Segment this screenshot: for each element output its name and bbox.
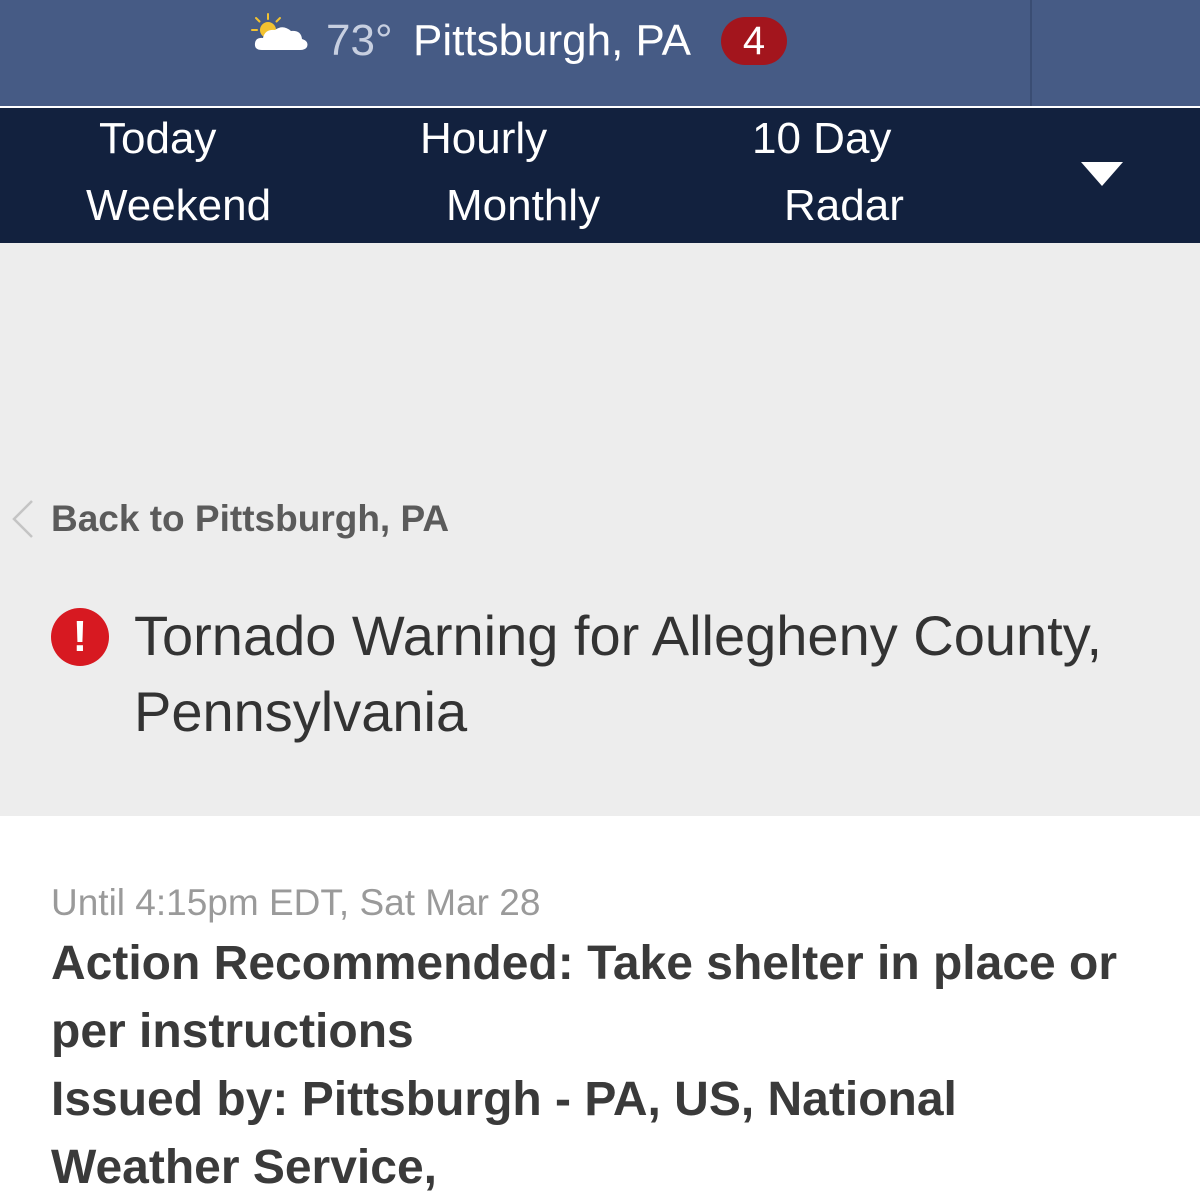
action-recommended: Action Recommended: Take shelter in plac… [51, 937, 1118, 1058]
exclamation-icon: ! [51, 608, 109, 666]
current-temperature: 73° [326, 16, 393, 65]
caret-down-icon[interactable] [1081, 162, 1123, 186]
issued-by: Issued by: Pittsburgh - PA, US, National… [51, 1073, 957, 1194]
nav-item-weekend[interactable]: Weekend [86, 179, 271, 233]
nav-item-radar[interactable]: Radar [784, 179, 904, 233]
top-header: 73° Pittsburgh, PA 4 [0, 0, 1200, 106]
alert-count-badge[interactable]: 4 [721, 17, 787, 65]
back-link[interactable]: Back to Pittsburgh, PA [51, 496, 449, 542]
chevron-left-icon[interactable] [10, 499, 40, 539]
header-divider [1030, 0, 1032, 106]
partly-cloudy-icon [251, 13, 308, 50]
nav-item-hourly[interactable]: Hourly [420, 112, 547, 166]
alert-expiry: Until 4:15pm EDT, Sat Mar 28 [51, 882, 541, 923]
nav-item-today[interactable]: Today [99, 112, 216, 166]
nav-item-10-day[interactable]: 10 Day [752, 112, 891, 166]
location-name[interactable]: Pittsburgh, PA [413, 14, 691, 68]
nav-item-monthly[interactable]: Monthly [446, 179, 600, 233]
alert-title: Tornado Warning for Allegheny County, Pe… [134, 604, 1103, 743]
